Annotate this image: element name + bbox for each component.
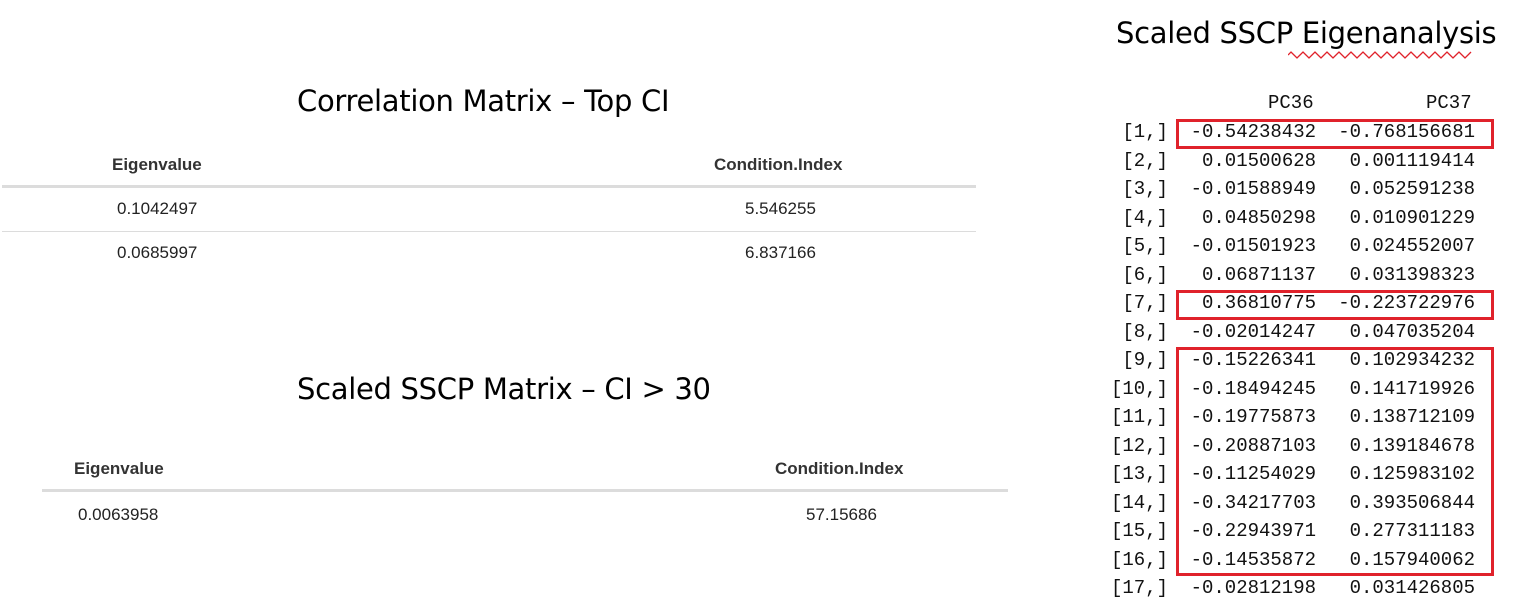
- pc36-value: -0.02014247: [1190, 320, 1317, 343]
- sscp-matrix-table: Eigenvalue Condition.Index 0.0063958 57.…: [42, 454, 1008, 534]
- eigenanalysis-output: PC36 PC37 [1,] -0.54238432 -0.768156681 [2,…: [1100, 90, 1500, 605]
- pc37-value: 0.047035204: [1349, 320, 1476, 343]
- row-label: [10,]: [1111, 377, 1169, 400]
- eigenvalue-cell: 0.0063958: [78, 505, 159, 524]
- row-label: [7,]: [1122, 292, 1168, 314]
- pc37-value: 0.010901229: [1349, 206, 1476, 229]
- row-label: [2,]: [1122, 149, 1168, 172]
- row-label: [17,]: [1111, 577, 1169, 599]
- row-label: [6,]: [1122, 263, 1168, 286]
- pc37-value: 0.031426805: [1349, 577, 1476, 599]
- pc36-value: -0.02812198: [1190, 577, 1317, 599]
- pc36-value: -0.01588949: [1190, 178, 1317, 200]
- row-label: [8,]: [1122, 320, 1168, 343]
- highlight-box: [1176, 119, 1494, 149]
- pc36-value: 0.06871137: [1202, 263, 1317, 286]
- eigenvalue-cell: 0.0685997: [117, 243, 198, 262]
- column-header-pc37: PC37: [1426, 92, 1472, 114]
- header-eigenvalue: Eigenvalue: [112, 155, 202, 174]
- pc36-value: 0.01500628: [1202, 149, 1317, 172]
- correlation-title: Correlation Matrix – Top CI: [297, 84, 670, 118]
- column-header-pc36: PC36: [1268, 92, 1314, 114]
- table-row: 0.1042497 5.546255: [2, 188, 976, 232]
- pc37-value: 0.031398323: [1349, 263, 1476, 286]
- spellcheck-squiggle: [1288, 51, 1472, 59]
- header-condition-index: Condition.Index: [714, 155, 843, 174]
- row-label: [15,]: [1111, 520, 1169, 542]
- row-label: [3,]: [1122, 178, 1168, 200]
- highlight-box: [1176, 347, 1494, 576]
- pc37-value: 0.052591238: [1349, 178, 1476, 200]
- row-label: [9,]: [1122, 349, 1168, 371]
- header-condition-index: Condition.Index: [775, 459, 904, 478]
- condition-index-cell: 6.837166: [745, 243, 816, 262]
- pc37-value: 0.001119414: [1349, 149, 1476, 172]
- pc36-value: 0.04850298: [1202, 206, 1317, 229]
- correlation-table: Eigenvalue Condition.Index 0.1042497 5.5…: [2, 150, 976, 270]
- table-row: 0.0685997 6.837166: [2, 232, 976, 276]
- condition-index-cell: 57.15686: [806, 505, 877, 524]
- eigenanalysis-title: Scaled SSCP Eigenanalysis: [1116, 16, 1497, 50]
- row-label: [11,]: [1111, 406, 1169, 428]
- eigenvalue-cell: 0.1042497: [117, 199, 198, 218]
- sscp-matrix-title: Scaled SSCP Matrix – CI > 30: [297, 372, 711, 406]
- row-label: [4,]: [1122, 206, 1168, 229]
- row-label: [12,]: [1111, 434, 1169, 457]
- pc36-value: -0.01501923: [1190, 235, 1317, 257]
- pc37-value: 0.024552007: [1349, 235, 1476, 257]
- header-eigenvalue: Eigenvalue: [74, 459, 164, 478]
- row-label: [5,]: [1122, 235, 1168, 257]
- condition-index-cell: 5.546255: [745, 199, 816, 218]
- row-label: [1,]: [1122, 121, 1168, 143]
- highlight-box: [1176, 290, 1494, 320]
- row-label: [16,]: [1111, 548, 1169, 571]
- row-label: [13,]: [1111, 463, 1169, 485]
- table-row: 0.0063958 57.15686: [42, 492, 1008, 536]
- row-label: [14,]: [1111, 491, 1169, 514]
